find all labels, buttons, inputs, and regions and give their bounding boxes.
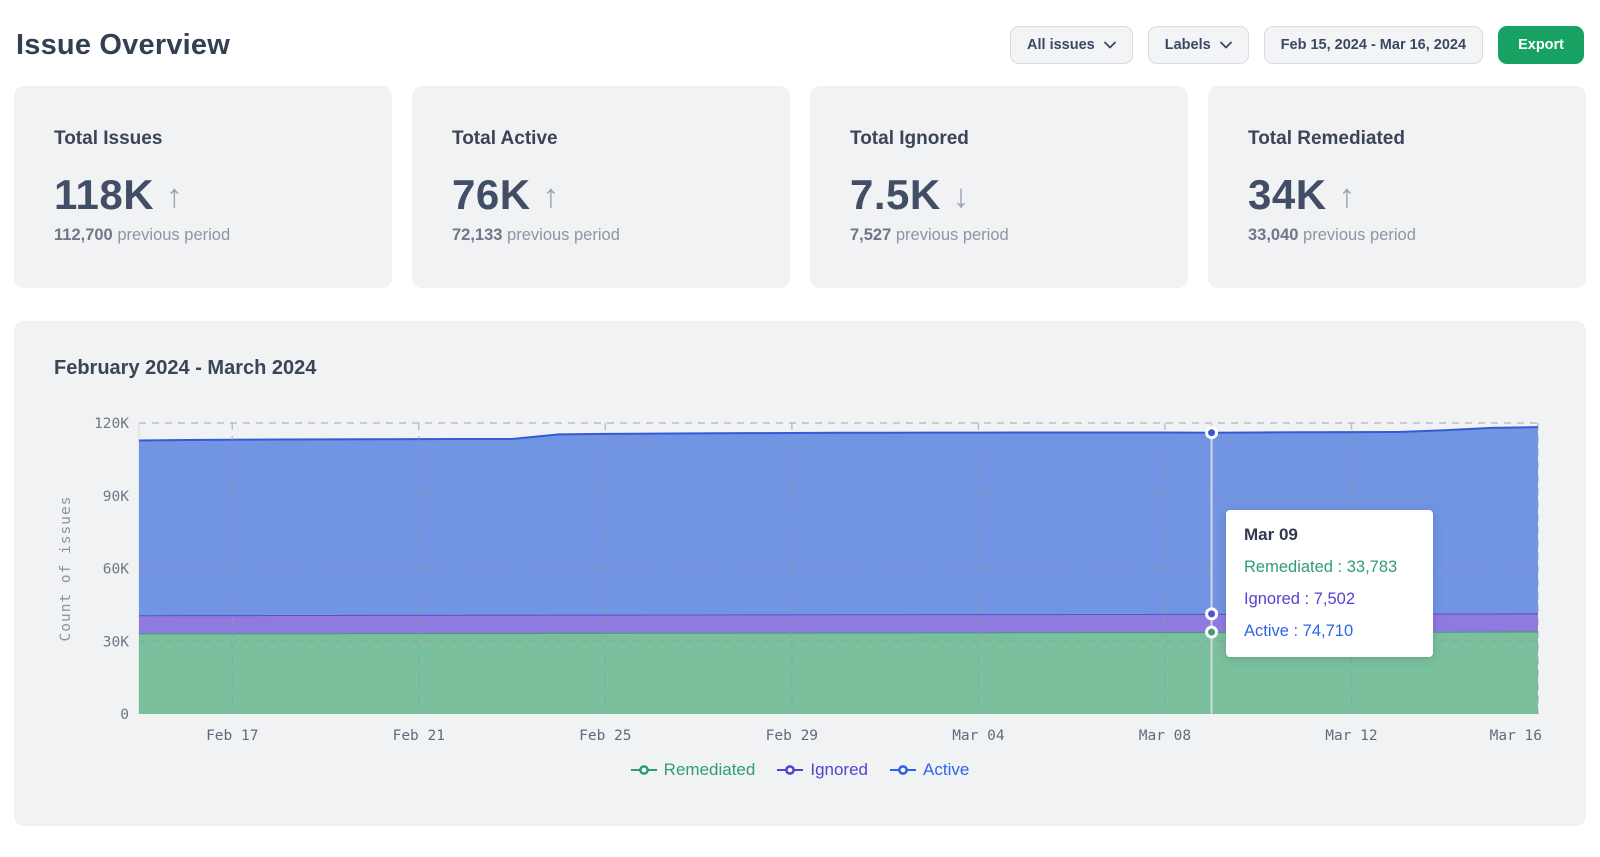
legend-marker-icon: [631, 764, 657, 776]
y-axis-tick-label: 30K: [103, 634, 129, 650]
x-axis-tick-label: Mar 04: [952, 728, 1005, 744]
toolbar: All issues Labels Feb 15, 2024 - Mar 16,…: [1010, 26, 1584, 64]
stat-card-total-remediated: Total Remediated 34K ↑ 33,040 previous p…: [1208, 86, 1586, 288]
stat-value: 118K: [54, 171, 154, 219]
legend-item-ignored[interactable]: Ignored: [777, 760, 868, 780]
dashboard-page: Issue Overview All issues Labels Feb 15,…: [0, 0, 1600, 840]
tooltip-row-active: Active : 74,710: [1244, 622, 1415, 641]
chart-wrap: 0 30K 60K 90K 120K Count of issues Feb 17 Feb 2…: [54, 392, 1546, 751]
chevron-down-icon: [1220, 41, 1232, 49]
x-axis-tick-label: Feb 29: [766, 728, 818, 744]
stat-previous: 112,700 previous period: [54, 226, 352, 245]
trend-up-icon: ↑: [1339, 179, 1356, 212]
chart-card: February 2024 - March 2024 0 30K 60K 90K 120…: [14, 321, 1586, 826]
tooltip-row-remediated: Remediated : 33,783: [1244, 558, 1415, 577]
x-axis-tick-label: Mar 12: [1325, 728, 1377, 744]
chevron-down-icon: [1104, 41, 1116, 49]
legend-item-remediated[interactable]: Remediated: [631, 760, 756, 780]
hover-marker-ignored: [1207, 609, 1217, 619]
stat-value: 34K: [1248, 171, 1327, 219]
stat-value: 7.5K: [850, 171, 941, 219]
trend-up-icon: ↑: [543, 179, 560, 212]
hover-marker-active: [1207, 428, 1217, 438]
y-axis-tick-label: 90K: [103, 489, 129, 505]
y-axis-tick-label: 0: [120, 707, 129, 723]
page-title: Issue Overview: [16, 29, 230, 62]
trend-down-icon: ↓: [953, 179, 970, 212]
all-issues-filter-label: All issues: [1027, 37, 1095, 53]
tooltip-date: Mar 09: [1244, 525, 1415, 545]
x-axis-tick-label: Feb 25: [579, 728, 631, 744]
chart-tooltip: Mar 09 Remediated : 33,783 Ignored : 7,50…: [1226, 510, 1433, 657]
labels-filter-label: Labels: [1165, 37, 1211, 53]
x-axis-tick-label: Feb 21: [393, 728, 445, 744]
x-axis-tick-label: Mar 08: [1139, 728, 1191, 744]
legend-label: Active: [923, 760, 969, 780]
stat-card-total-active: Total Active 76K ↑ 72,133 previous perio…: [412, 86, 790, 288]
all-issues-filter-button[interactable]: All issues: [1010, 26, 1133, 64]
stat-card-total-ignored: Total Ignored 7.5K ↓ 7,527 previous peri…: [810, 86, 1188, 288]
chart-title: February 2024 - March 2024: [54, 357, 1546, 380]
tooltip-row-ignored: Ignored : 7,502: [1244, 590, 1415, 609]
date-range-button[interactable]: Feb 15, 2024 - Mar 16, 2024: [1264, 26, 1483, 64]
stat-title: Total Remediated: [1248, 128, 1546, 150]
chart-legend: Remediated Ignored Active: [54, 760, 1546, 780]
trend-up-icon: ↑: [166, 179, 183, 212]
hover-marker-remediated: [1207, 627, 1217, 637]
export-button-label: Export: [1518, 37, 1564, 53]
stat-previous: 7,527 previous period: [850, 226, 1148, 245]
legend-item-active[interactable]: Active: [890, 760, 969, 780]
stat-title: Total Ignored: [850, 128, 1148, 150]
stat-card-total-issues: Total Issues 118K ↑ 112,700 previous per…: [14, 86, 392, 288]
page-header: Issue Overview All issues Labels Feb 15,…: [14, 14, 1586, 70]
legend-label: Remediated: [664, 760, 756, 780]
y-axis-tick-label: 120K: [94, 416, 129, 432]
legend-marker-icon: [890, 764, 916, 776]
stat-previous: 72,133 previous period: [452, 226, 750, 245]
y-axis-tick-label: 60K: [103, 562, 129, 578]
x-axis-tick-label: Feb 17: [206, 728, 258, 744]
legend-marker-icon: [777, 764, 803, 776]
export-button[interactable]: Export: [1498, 26, 1584, 64]
labels-filter-button[interactable]: Labels: [1148, 26, 1249, 64]
legend-label: Ignored: [810, 760, 868, 780]
stat-title: Total Issues: [54, 128, 352, 150]
date-range-label: Feb 15, 2024 - Mar 16, 2024: [1281, 37, 1466, 53]
x-axis-tick-label: Mar 16: [1490, 728, 1542, 744]
stat-previous: 33,040 previous period: [1248, 226, 1546, 245]
y-axis-title: Count of issues: [58, 496, 74, 642]
stats-row: Total Issues 118K ↑ 112,700 previous per…: [14, 86, 1586, 288]
stat-value: 76K: [452, 171, 531, 219]
stat-title: Total Active: [452, 128, 750, 150]
